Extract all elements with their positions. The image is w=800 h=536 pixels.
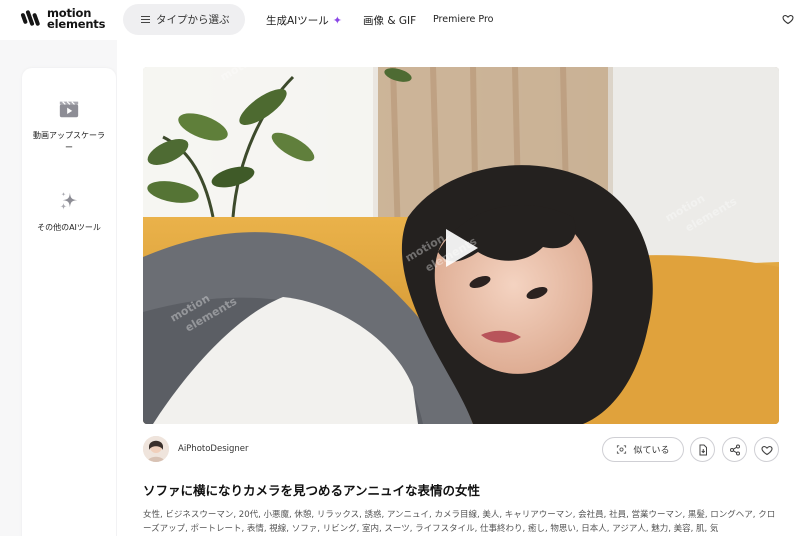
sidebar-item-video-upscaler[interactable]: 動画アップスケーラー (22, 98, 116, 154)
author-name[interactable]: AiPhotoDesigner (178, 444, 249, 454)
download-file-icon (699, 444, 707, 455)
logo-mark-icon (20, 10, 40, 26)
top-header: motion elements タイプから選ぶ 生成AIツール ✦ 画像 & G… (0, 0, 800, 40)
logo-text-line2: elements (47, 17, 106, 31)
type-browse-button[interactable]: タイプから選ぶ (123, 4, 245, 35)
video-preview[interactable]: motion motion elements motion elements m… (143, 67, 779, 424)
nav-images-gif[interactable]: 画像 & GIF (363, 13, 416, 28)
heart-icon[interactable] (782, 13, 794, 25)
sidebar-item-label: 動画アップスケーラー (33, 131, 105, 152)
similar-button[interactable]: 似ている (602, 437, 684, 462)
sparkle-icon: ✦ (332, 14, 342, 27)
similar-button-label: 似ている (633, 446, 670, 456)
sidebar-item-label: その他のAIツール (37, 223, 101, 232)
author-row[interactable]: AiPhotoDesigner (143, 436, 249, 462)
sparkles-icon (60, 191, 78, 210)
nav-premiere-pro[interactable]: Premiere Pro (433, 14, 493, 25)
play-icon[interactable] (436, 225, 482, 271)
download-button[interactable] (690, 437, 715, 462)
menu-icon (141, 15, 150, 24)
logo[interactable]: motion elements (20, 6, 110, 34)
share-button[interactable] (722, 437, 747, 462)
type-browse-label: タイプから選ぶ (156, 14, 230, 26)
nav-ai-tools-label: 生成AIツール (266, 15, 329, 27)
share-icon (729, 444, 740, 455)
sidebar-item-other-ai-tools[interactable]: その他のAIツール (22, 190, 116, 234)
heart-icon (760, 445, 773, 455)
ai-tools-sidebar: 動画アップスケーラー その他のAIツール (22, 68, 116, 536)
avatar (143, 436, 169, 462)
favorite-button[interactable] (754, 437, 779, 462)
similar-search-icon (617, 445, 627, 454)
tag-list[interactable]: 女性, ビジネスウーマン, 20代, 小悪魔, 休憩, リラックス, 誘惑, ア… (143, 509, 783, 536)
item-title: ソファに横になりカメラを見つめるアンニュイな表情の女性 (143, 483, 481, 498)
nav-ai-tools[interactable]: 生成AIツール ✦ (266, 13, 342, 28)
film-play-icon (59, 101, 79, 118)
